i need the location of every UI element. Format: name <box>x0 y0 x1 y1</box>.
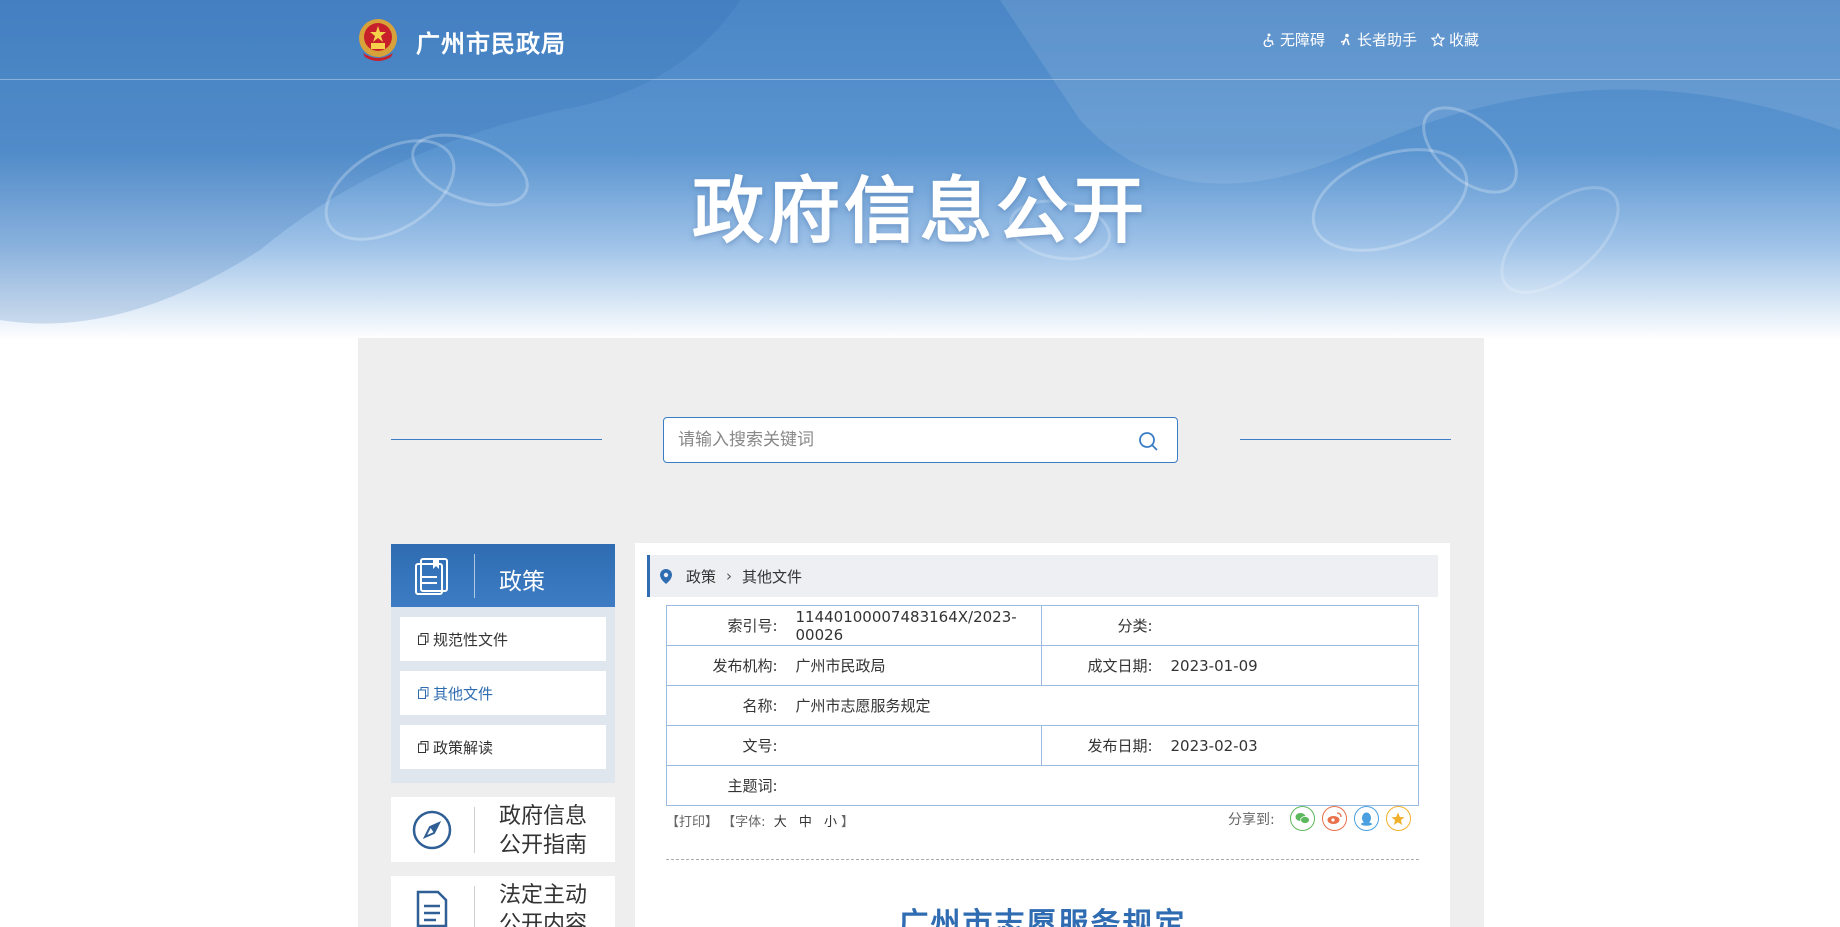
favorite-link[interactable]: 收藏 <box>1431 29 1479 50</box>
font-size-suffix: 】 <box>841 815 855 830</box>
chevron-right-icon: › <box>726 567 733 585</box>
article-tools: 【打印】 【字体: 大 中 小】 <box>666 811 854 830</box>
index-no-value: 11440100007483164X/2023-00026 <box>791 605 1042 646</box>
doc-no-label: 文号: <box>666 725 792 766</box>
sidebar-block-label: 政府信息公开指南 <box>499 804 588 858</box>
accessibility-icon <box>1263 33 1274 47</box>
sidebar-item-label: 政策解读 <box>433 738 494 757</box>
breadcrumb-item-other-docs[interactable]: 其他文件 <box>742 566 802 587</box>
share-qzone-button[interactable] <box>1385 806 1411 831</box>
favorite-label: 收藏 <box>1449 31 1480 49</box>
banner-title: 政府信息公开 <box>691 169 1148 253</box>
written-date-label: 成文日期: <box>1041 645 1167 686</box>
site-name[interactable]: 广州市民政局 <box>416 24 566 59</box>
publisher-label: 发布机构: <box>666 645 792 686</box>
top-links: 无障碍 长者助手 收藏 <box>1262 29 1479 50</box>
font-small-button[interactable]: 小 <box>824 815 837 830</box>
content-area: 政策 › 其他文件 索引号: 11440100007483164X/2023-0… <box>635 543 1450 927</box>
font-size-prefix: 【字体: <box>722 815 766 830</box>
search-input[interactable] <box>678 418 1118 462</box>
sidebar-item-normative-docs[interactable]: 规范性文件 <box>400 617 606 661</box>
search-box <box>663 417 1178 463</box>
sidebar-block-label: 法定主动公开内容 <box>499 883 588 927</box>
sidebar-item-label: 其他文件 <box>433 684 494 703</box>
star-icon <box>1431 32 1446 47</box>
header-banner: 广州市民政局 无障碍 长者助手 收藏 政府信息公开 <box>0 0 1840 340</box>
publish-date-label: 发布日期: <box>1041 725 1167 766</box>
sidebar: 政策 规范性文件 其他文件 政策解读 政府信息公开指南 法定主动公开内容 <box>391 544 615 927</box>
publish-date-value: 2023-02-03 <box>1166 725 1419 766</box>
qzone-icon <box>1391 812 1405 825</box>
share-weibo-button[interactable] <box>1321 806 1347 831</box>
sidebar-item-policy-interpretation[interactable]: 政策解读 <box>400 725 606 769</box>
divider <box>666 859 1419 860</box>
weibo-icon <box>1327 812 1342 824</box>
document-copy-icon <box>418 741 429 753</box>
index-no-label: 索引号: <box>666 605 792 646</box>
wechat-icon <box>1295 813 1310 824</box>
table-row: 文号: 发布日期: 2023-02-03 <box>666 725 1419 766</box>
accessibility-label: 无障碍 <box>1280 31 1326 49</box>
article-title: 广州市志愿服务规定 <box>898 907 1187 927</box>
document-icon <box>416 890 448 927</box>
compass-icon <box>412 810 452 850</box>
share-label: 分享到: <box>1228 811 1275 828</box>
share-qq-button[interactable] <box>1353 806 1379 831</box>
sidebar-head-divider <box>474 554 475 598</box>
font-medium-button[interactable]: 中 <box>799 815 812 830</box>
name-label: 名称: <box>666 685 792 726</box>
sidebar-item-other-docs[interactable]: 其他文件 <box>400 671 606 715</box>
sidebar-block-statutory-content[interactable]: 法定主动公开内容 <box>391 876 615 927</box>
publisher-value: 广州市民政局 <box>791 645 1042 686</box>
keywords-label: 主题词: <box>666 765 792 806</box>
keywords-value <box>791 765 1419 806</box>
document-metadata-table: 索引号: 11440100007483164X/2023-00026 分类: 发… <box>666 605 1419 806</box>
share-wechat-button[interactable] <box>1289 806 1315 831</box>
elder-helper-icon <box>1340 33 1350 45</box>
sidebar-head-label: 政策 <box>499 569 545 595</box>
search-divider-left <box>391 439 602 440</box>
search-divider-right <box>1240 439 1451 440</box>
document-copy-icon <box>418 687 429 699</box>
national-emblem-logo[interactable] <box>357 17 399 63</box>
written-date-value: 2023-01-09 <box>1166 645 1419 686</box>
sidebar-block-disclosure-guide[interactable]: 政府信息公开指南 <box>391 797 615 862</box>
book-icon <box>415 558 448 595</box>
breadcrumb-item-policy[interactable]: 政策 <box>686 566 716 587</box>
sidebar-item-label: 规范性文件 <box>433 630 509 649</box>
table-row: 名称: 广州市志愿服务规定 <box>666 685 1419 726</box>
qq-icon <box>1360 812 1372 826</box>
document-copy-icon <box>418 633 429 645</box>
table-row: 索引号: 11440100007483164X/2023-00026 分类: <box>666 605 1419 646</box>
main-panel: 政策 规范性文件 其他文件 <box>358 338 1484 927</box>
search-icon[interactable] <box>1137 430 1159 452</box>
share-bar: 分享到: <box>1228 806 1411 831</box>
location-pin-icon <box>660 568 672 584</box>
category-label: 分类: <box>1041 605 1167 646</box>
sidebar-submenu: 规范性文件 其他文件 政策解读 <box>391 607 615 783</box>
name-value: 广州市志愿服务规定 <box>791 685 1419 726</box>
elder-helper-link[interactable]: 长者助手 <box>1339 29 1417 50</box>
accessibility-link[interactable]: 无障碍 <box>1262 29 1325 50</box>
top-bar: 广州市民政局 无障碍 长者助手 收藏 <box>0 0 1840 80</box>
sidebar-block-divider <box>474 807 475 853</box>
sidebar-block-divider <box>474 886 475 927</box>
elder-helper-label: 长者助手 <box>1357 31 1418 49</box>
font-large-button[interactable]: 大 <box>774 815 787 830</box>
category-value <box>1166 605 1419 646</box>
doc-no-value <box>791 725 1042 766</box>
sidebar-head-policy[interactable]: 政策 <box>391 544 615 607</box>
print-button[interactable]: 【打印】 <box>666 815 718 830</box>
breadcrumb: 政策 › 其他文件 <box>647 555 1438 597</box>
table-row: 发布机构: 广州市民政局 成文日期: 2023-01-09 <box>666 645 1419 686</box>
table-row: 主题词: <box>666 765 1419 806</box>
